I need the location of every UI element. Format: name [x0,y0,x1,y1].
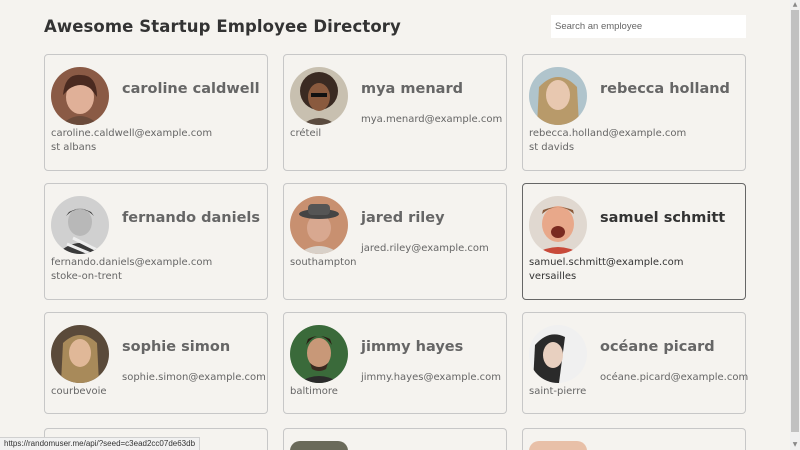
avatar [51,67,109,125]
employee-name: sophie simon [122,339,231,355]
employee-name: caroline caldwell [122,81,260,97]
employee-email: samuel.schmitt@example.com [529,257,684,268]
employee-name: samuel schmitt [600,210,726,226]
page-title: Awesome Startup Employee Directory [44,17,401,36]
vertical-scrollbar[interactable]: ▲ ▼ [790,0,800,450]
avatar [529,325,587,383]
avatar [290,196,348,254]
employee-city: saint-pierre [529,386,587,397]
employee-name: jared riley [361,210,445,226]
avatar [51,196,109,254]
avatar [290,325,348,383]
employee-card[interactable]: océane picard océane.picard@example.com … [522,312,749,414]
employee-email: caroline.caldwell@example.com [51,128,213,139]
avatar [290,441,348,450]
employee-email: fernando.daniels@example.com [51,257,213,268]
scroll-up-icon[interactable]: ▲ [790,0,800,10]
employee-card[interactable]: samuel schmitt samuel.schmitt@example.co… [522,183,746,300]
employee-city: st davids [529,142,575,153]
employee-name: océane picard [600,339,715,355]
scrollbar-thumb[interactable] [791,10,799,432]
employee-card[interactable] [522,428,746,450]
employee-name: jimmy hayes [361,339,464,355]
employee-card[interactable]: sophie simon sophie.simon@example.com co… [44,312,268,414]
scroll-down-icon[interactable]: ▼ [790,440,800,450]
employee-city: baltimore [290,386,338,397]
employee-email: océane.picard@example.com [600,372,749,383]
avatar [529,441,587,450]
avatar [51,325,109,383]
employee-email: jared.riley@example.com [361,243,489,254]
employee-name: rebecca holland [600,81,730,97]
employee-city: créteil [290,128,322,139]
employee-card[interactable]: fernando daniels fernando.daniels@exampl… [44,183,268,300]
search-input[interactable] [551,15,746,38]
employee-city: southampton [290,257,357,268]
employee-name: fernando daniels [122,210,261,226]
employee-card[interactable] [283,428,507,450]
employee-card[interactable]: jared riley jared.riley@example.com sout… [283,183,507,300]
employee-email: rebecca.holland@example.com [529,128,687,139]
employee-card[interactable]: jimmy hayes jimmy.hayes@example.com balt… [283,312,507,414]
avatar [529,67,587,125]
status-bar-url: https://randomuser.me/api/?seed=c3ead2cc… [0,437,201,450]
employee-card[interactable]: mya menard mya.menard@example.com crétei… [283,54,507,171]
employee-email: sophie.simon@example.com [122,372,266,383]
avatar [529,196,587,254]
employee-name: mya menard [361,81,463,97]
employee-card[interactable]: caroline caldwell caroline.caldwell@exam… [44,54,268,171]
employee-city: courbevoie [51,386,107,397]
employee-city: st albans [51,142,97,153]
employee-city: versailles [529,271,577,282]
employee-card[interactable]: rebecca holland rebecca.holland@example.… [522,54,746,171]
avatar [290,67,348,125]
employee-email: jimmy.hayes@example.com [361,372,502,383]
employee-city: stoke-on-trent [51,271,122,282]
page: Awesome Startup Employee Directory carol… [0,0,790,450]
employee-email: mya.menard@example.com [361,114,503,125]
